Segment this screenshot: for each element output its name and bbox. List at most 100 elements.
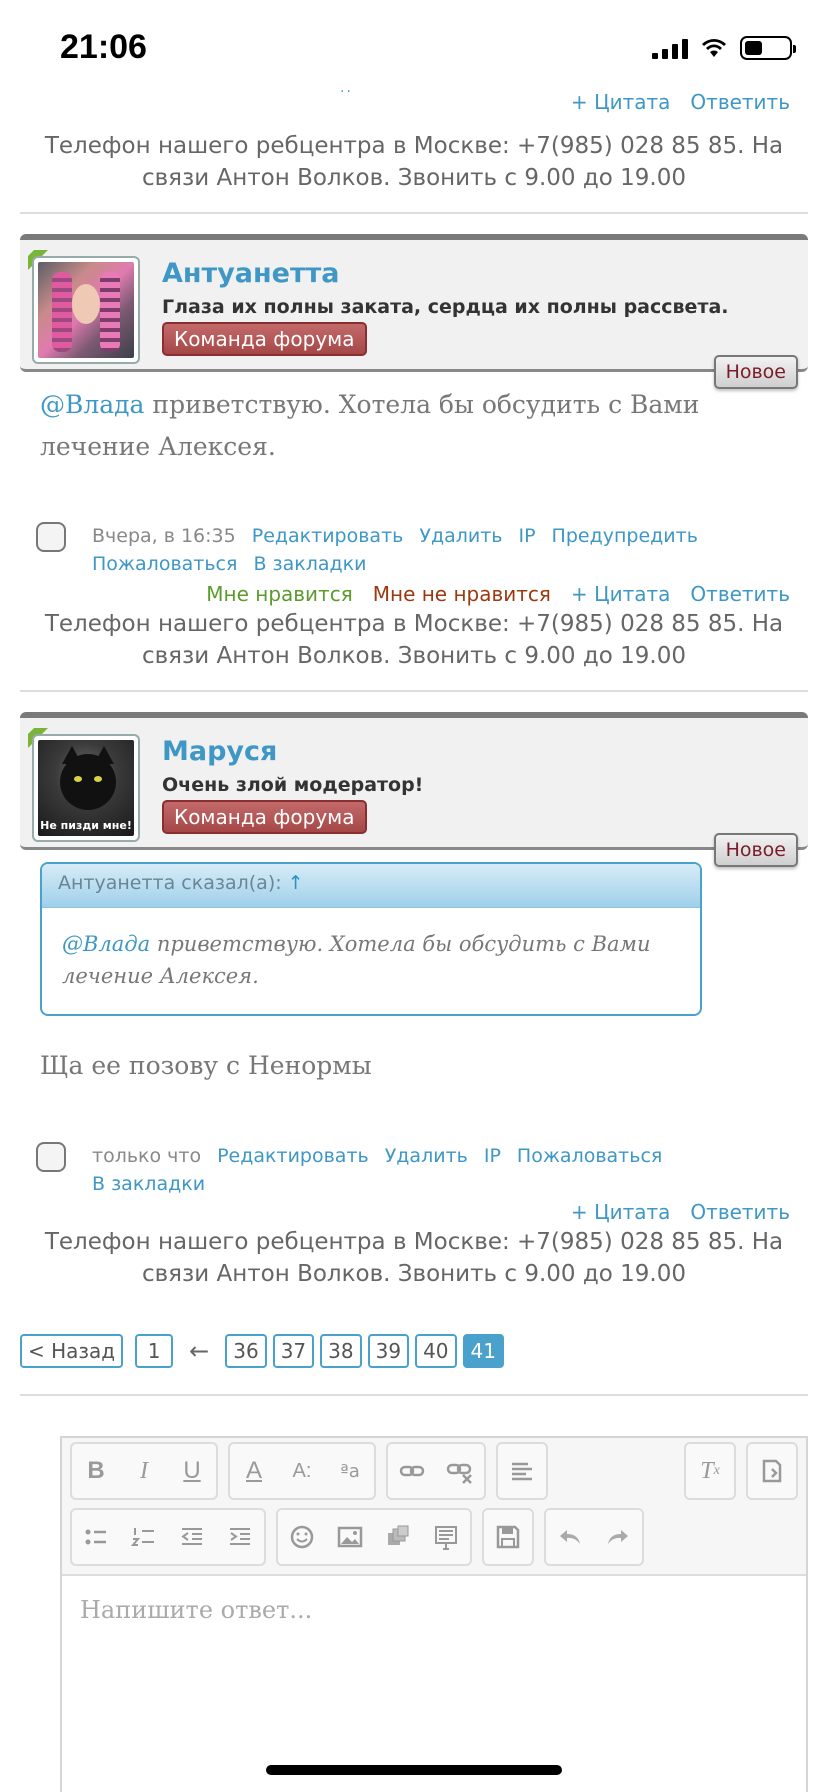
numbered-list-icon[interactable] (120, 1510, 168, 1564)
status-time: 21:06 (60, 28, 147, 66)
indent-icon[interactable] (216, 1510, 264, 1564)
font-family-icon[interactable]: ªa (326, 1444, 374, 1498)
username[interactable]: Маруся (162, 736, 277, 767)
pagination-jump-arrow-icon[interactable]: ← (179, 1337, 219, 1365)
avatar[interactable] (32, 256, 140, 364)
delete-link[interactable]: Удалить (419, 525, 502, 547)
divider (20, 212, 808, 214)
reply-editor: B I U A A: ªa T x Напишите ответ... (60, 1436, 808, 1792)
post-date: Вчера, в 16:35 (92, 525, 236, 547)
reply-link[interactable]: Ответить (690, 582, 790, 606)
smiley-icon[interactable] (278, 1510, 326, 1564)
pagination-page[interactable]: 40 (415, 1334, 457, 1368)
unlink-icon[interactable] (436, 1444, 484, 1498)
post-select-checkbox[interactable] (36, 1142, 66, 1172)
post-message: Ща ее позову с Ненормы (40, 1051, 372, 1080)
code-block-icon[interactable] (422, 1510, 470, 1564)
pagination-page[interactable]: 36 (225, 1334, 267, 1368)
link-icon[interactable] (388, 1444, 436, 1498)
outdent-icon[interactable] (168, 1510, 216, 1564)
quote-jump-arrow-icon[interactable]: ↑ (288, 872, 304, 894)
redo-icon[interactable] (594, 1510, 642, 1564)
avatar[interactable]: Не пизди мне! (32, 734, 140, 842)
media-icon[interactable] (374, 1510, 422, 1564)
post-meta: только что Редактировать Удалить IP Пожалова… (92, 1142, 792, 1198)
user-badge: Команда форума (162, 322, 367, 356)
quote-link[interactable]: + Цитата (571, 1200, 670, 1224)
home-indicator[interactable] (266, 1765, 562, 1775)
quote-link[interactable]: + Цитата (571, 90, 670, 114)
pagination-back-button[interactable]: < Назад (20, 1334, 124, 1368)
post-user-header: Антуанетта Глаза их полны заката, сердца… (20, 234, 808, 389)
ip-link[interactable]: IP (484, 1145, 501, 1167)
mention-link[interactable]: @Влада (40, 390, 144, 419)
bookmark-link[interactable]: В закладки (92, 1173, 205, 1195)
avatar-image: Не пизди мне! (38, 740, 134, 836)
divider (20, 690, 808, 692)
reply-link[interactable]: Ответить (690, 1200, 790, 1224)
post-message: @Влада приветствую. Хотела бы обсудить с… (40, 384, 720, 468)
battery-icon (740, 36, 796, 60)
editor-toolbar: B I U A A: ªa T x (62, 1438, 806, 1576)
status-icons (652, 36, 796, 60)
status-bar: 21:06 (0, 0, 828, 100)
post-select-checkbox[interactable] (36, 522, 66, 552)
reply-link[interactable]: Ответить (690, 90, 790, 114)
like-link[interactable]: Мне нравится (206, 582, 352, 606)
truncated-content-dots: ·· (340, 84, 353, 100)
cellular-signal-icon (652, 37, 688, 59)
edit-link[interactable]: Редактировать (217, 1145, 369, 1167)
bullet-list-icon[interactable] (72, 1510, 120, 1564)
quote-author: Антуанетта сказал(а): (58, 872, 282, 894)
underline-icon[interactable]: U (168, 1444, 216, 1498)
user-title: Очень злой модератор! (162, 774, 424, 796)
ip-link[interactable]: IP (518, 525, 535, 547)
delete-link[interactable]: Удалить (385, 1145, 468, 1167)
prev-post-actions: + Цитата Ответить (571, 90, 790, 114)
quote-link[interactable]: + Цитата (571, 582, 670, 606)
new-badge: Новое (713, 355, 798, 389)
warn-link[interactable]: Предупредить (552, 525, 698, 547)
post-date: только что (92, 1145, 202, 1167)
align-icon[interactable] (498, 1444, 546, 1498)
pagination-page-current[interactable]: 41 (462, 1334, 504, 1368)
signature: Телефон нашего ребцентра в Москве: +7(98… (44, 133, 784, 191)
quote-text: приветствую. Хотела бы обсудить с Вами л… (62, 932, 651, 988)
pagination: < Назад 1 ← 36 37 38 39 40 41 (20, 1334, 504, 1368)
post-meta: Вчера, в 16:35 Редактировать Удалить IP Пред… (92, 522, 792, 578)
pagination-page[interactable]: 37 (272, 1334, 315, 1368)
pagination-page[interactable]: 39 (367, 1334, 410, 1368)
edit-link[interactable]: Редактировать (252, 525, 404, 547)
toggle-source-icon[interactable] (748, 1444, 796, 1498)
post-user-header: Не пизди мне! Маруся Очень злой модерато… (20, 712, 808, 867)
dislike-link[interactable]: Мне не нравится (373, 582, 551, 606)
remove-format-icon[interactable]: Tx (686, 1444, 734, 1498)
quote-header: Антуанетта сказал(а): ↑ (42, 864, 700, 908)
report-link[interactable]: Пожаловаться (517, 1145, 662, 1167)
avatar-image (38, 262, 134, 358)
username[interactable]: Антуанетта (162, 258, 340, 289)
divider (20, 1394, 808, 1396)
bookmark-link[interactable]: В закладки (253, 553, 366, 575)
image-icon[interactable] (326, 1510, 374, 1564)
mention-link[interactable]: @Влада (62, 932, 150, 956)
pagination-page-first[interactable]: 1 (135, 1334, 174, 1368)
report-link[interactable]: Пожаловаться (92, 553, 237, 575)
avatar-caption: Не пизди мне! (40, 819, 132, 832)
text-color-icon[interactable]: A (230, 1444, 278, 1498)
italic-icon[interactable]: I (120, 1444, 168, 1498)
reply-textarea[interactable]: Напишите ответ... (62, 1576, 806, 1644)
post-actions: Мне нравится Мне не нравится + Цитата От… (206, 582, 790, 606)
undo-icon[interactable] (546, 1510, 594, 1564)
post-actions: + Цитата Ответить (571, 1200, 790, 1224)
font-size-icon[interactable]: A: (278, 1444, 326, 1498)
user-badge: Команда форума (162, 800, 367, 834)
pagination-page[interactable]: 38 (320, 1334, 362, 1368)
signature: Телефон нашего ребцентра в Москве: +7(98… (44, 1229, 784, 1287)
save-draft-icon[interactable] (484, 1510, 532, 1564)
new-badge: Новое (713, 833, 798, 867)
bold-icon[interactable]: B (72, 1444, 120, 1498)
signature: Телефон нашего ребцентра в Москве: +7(98… (44, 611, 784, 669)
wifi-icon (702, 39, 726, 57)
user-title: Глаза их полны заката, сердца их полны р… (162, 296, 729, 318)
